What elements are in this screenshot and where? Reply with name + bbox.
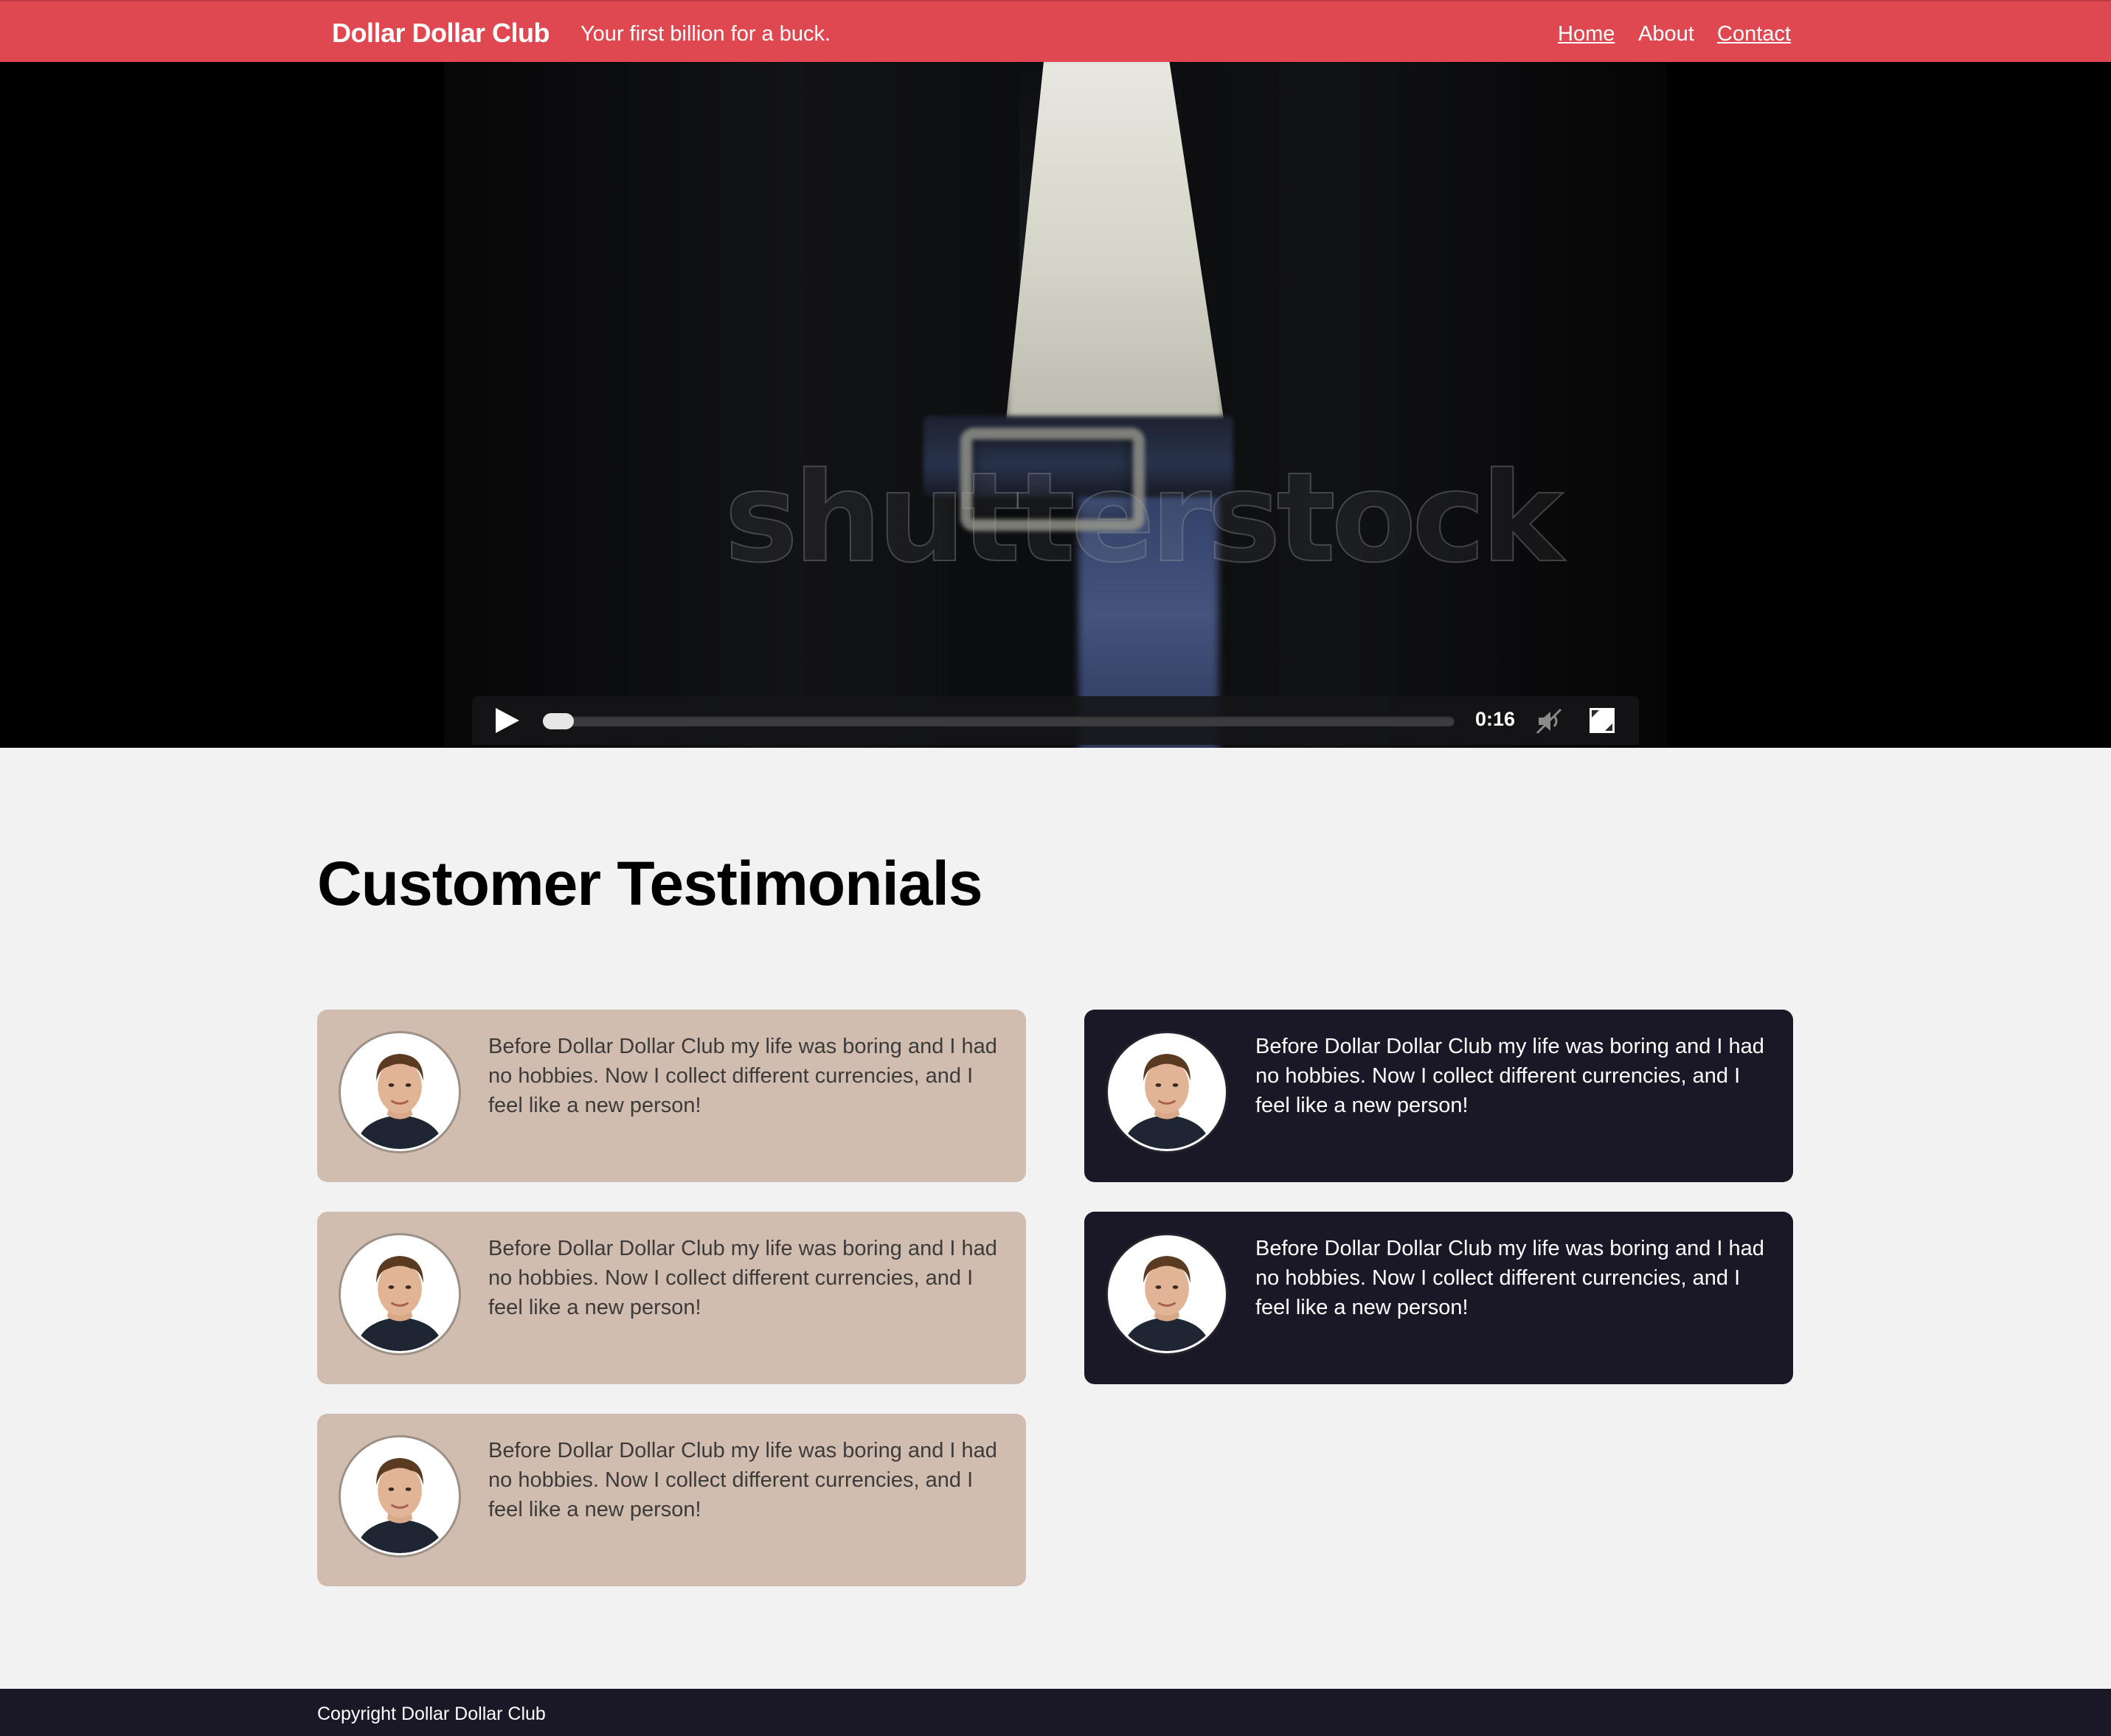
testimonial-text: Before Dollar Dollar Club my life was bo… [1255,1035,1764,1117]
hero-video[interactable]: shutterstock 0:16 [0,62,2111,748]
testimonial-text: Before Dollar Dollar Club my life was bo… [488,1237,997,1319]
video-watermark: shutterstock [724,445,1564,591]
site-footer: Copyright Dollar Dollar Club [0,1689,2111,1736]
video-frame[interactable]: shutterstock [444,62,1667,748]
testimonial-text: Before Dollar Dollar Club my life was bo… [488,1035,997,1117]
copyright-text: Copyright Dollar Dollar Club [317,1704,546,1724]
testimonials-title: Customer Testimonials [317,849,983,918]
testimonial-card: Before Dollar Dollar Club my life was bo… [317,1212,1026,1384]
avatar [1108,1235,1226,1353]
testimonial-text: Before Dollar Dollar Club my life was bo… [488,1439,997,1521]
testimonial-card: Before Dollar Dollar Club my life was bo… [317,1010,1026,1182]
video-progress-handle[interactable] [543,713,574,729]
brand-logo[interactable]: Dollar Dollar Club [332,18,550,49]
testimonial-card: Before Dollar Dollar Club my life was bo… [1084,1010,1793,1182]
testimonial-text: Before Dollar Dollar Club my life was bo… [1255,1237,1764,1319]
fullscreen-icon[interactable] [1588,706,1616,735]
testimonial-card: Before Dollar Dollar Club my life was bo… [1084,1212,1793,1384]
avatar [341,1437,459,1555]
mute-icon[interactable] [1534,706,1564,736]
play-icon[interactable] [494,706,521,735]
nav-link-home[interactable]: Home [1558,22,1615,46]
video-time: 0:16 [1475,708,1516,730]
avatar [1108,1033,1226,1151]
tagline: Your first billion for a buck. [580,22,831,46]
video-controls: 0:16 [472,696,1639,745]
site-header: Dollar Dollar Club Your first billion fo… [0,0,2111,62]
avatar [341,1235,459,1353]
testimonial-card: Before Dollar Dollar Club my life was bo… [317,1414,1026,1586]
video-frame-jacket-left [444,62,1019,748]
page: Dollar Dollar Club Your first billion fo… [0,0,2111,1736]
nav-link-contact[interactable]: Contact [1717,22,1791,46]
video-progress-bar[interactable] [543,716,1455,726]
video-frame-jacket-right [1182,62,1667,748]
avatar [341,1033,459,1151]
nav-link-about[interactable]: About [1638,22,1694,46]
